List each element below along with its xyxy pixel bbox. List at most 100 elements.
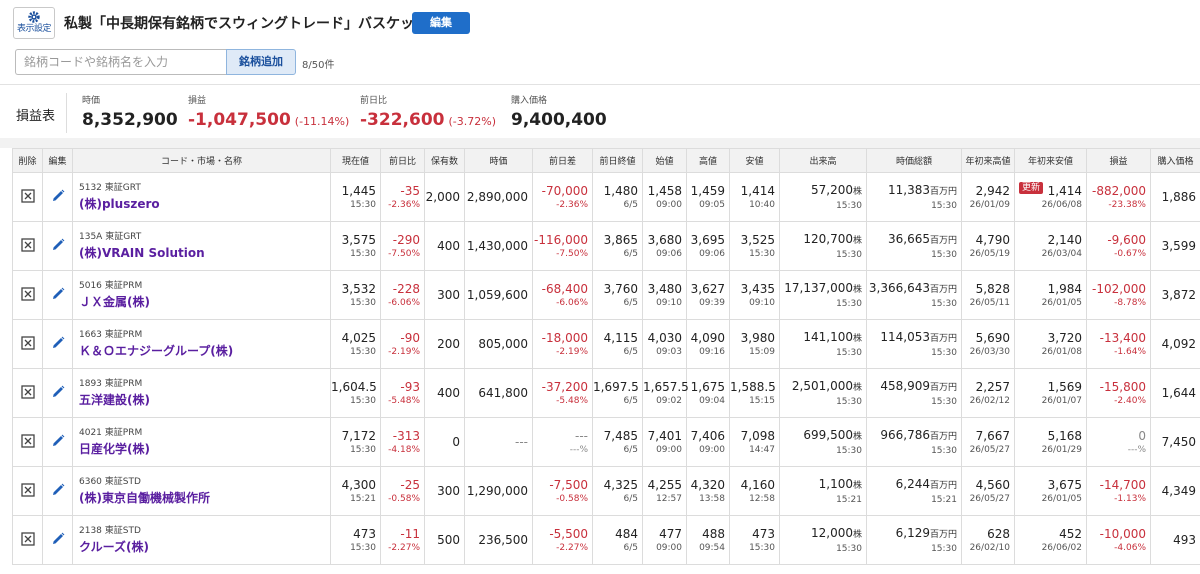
open-price: 477 [659, 526, 682, 541]
cost-cell: 1,644 [1150, 368, 1200, 418]
stock-cell[interactable]: 4021 東証PRM 日産化学(株) [72, 417, 331, 467]
ytd-low-cell: 1,984 26/01/05 [1014, 270, 1087, 320]
open-cell: 1,458 09:00 [642, 172, 687, 222]
million-yen-unit: 百万円 [929, 480, 957, 491]
stock-count: 8/50件 [302, 60, 335, 71]
volume: 57,200 [810, 182, 853, 197]
high-cell: 7,406 09:00 [686, 417, 730, 467]
diff-cell: -116,000 -7.50% [532, 221, 593, 271]
purchase-price: 3,872 [1161, 288, 1196, 302]
stock-name-link[interactable]: (株)VRAIN Solution [79, 244, 330, 262]
current-price: 1,604.5 [331, 379, 377, 394]
stock-cell[interactable]: 135A 東証GRT (株)VRAIN Solution [72, 221, 331, 271]
market-cap: 966,786 [880, 427, 930, 442]
ytd-low: 3,720 [1047, 330, 1082, 345]
row-pnl-percent: -1.13% [1114, 493, 1146, 504]
ytd-low: 3,675 [1047, 477, 1082, 492]
change-cell: -313 -4.18% [380, 417, 425, 467]
delete-icon[interactable] [20, 384, 35, 399]
prev-close: 1,697.5 [593, 379, 639, 394]
low-cell: 4,160 12:58 [729, 466, 780, 516]
stock-name-link[interactable]: (株)pluszero [79, 195, 330, 213]
ytd-high: 5,690 [975, 330, 1010, 345]
market-cap: 36,665 [887, 231, 930, 246]
pnl-cell: -882,000 -23.38% [1086, 172, 1151, 222]
stock-cell[interactable]: 5016 東証PRM ＪＸ金属(株) [72, 270, 331, 320]
display-settings-button[interactable]: 表示設定 [13, 7, 55, 39]
pnl-cell: -13,400 -1.64% [1086, 319, 1151, 369]
ytd-high-cell: 4,790 26/05/19 [961, 221, 1015, 271]
market-cap-cell: 114,053百万円 15:30 [866, 319, 962, 369]
add-stock-button[interactable]: 銘柄追加 [226, 49, 296, 75]
price-time: 15:30 [350, 248, 376, 259]
row-pnl-percent: ---% [1127, 444, 1146, 455]
cost-cell: 1,886 [1150, 172, 1200, 222]
delete-icon[interactable] [20, 188, 35, 203]
volume-cell: 57,200株 15:30 [779, 172, 867, 222]
pencil-icon[interactable] [50, 188, 66, 204]
delete-icon[interactable] [20, 433, 35, 448]
stock-cell[interactable]: 1893 東証PRM 五洋建設(株) [72, 368, 331, 418]
million-yen-unit: 百万円 [929, 186, 957, 197]
open-cell: 1,657.5 09:02 [642, 368, 689, 418]
summary-pnl: 損益 -1,047,500 (-11.14%) [188, 93, 349, 130]
pencil-icon[interactable] [50, 482, 66, 498]
pencil-icon[interactable] [50, 433, 66, 449]
high-price: 3,695 [690, 232, 725, 247]
volume-cell: 2,501,000株 15:30 [779, 368, 867, 418]
edit-basket-button[interactable]: 編集 [412, 12, 470, 34]
ytd-low-date: 26/01/05 [1041, 297, 1082, 308]
delete-icon[interactable] [20, 286, 35, 301]
stock-cell[interactable]: 6360 東証STD (株)東京自働機械製作所 [72, 466, 331, 516]
delete-cell [12, 221, 43, 271]
delete-icon[interactable] [20, 531, 35, 546]
million-yen-unit: 百万円 [929, 284, 957, 295]
row-pnl: -882,000 [1092, 183, 1146, 198]
delete-icon[interactable] [20, 237, 35, 252]
market-cap-time: 15:30 [931, 396, 957, 407]
stock-search-input[interactable] [15, 49, 227, 75]
pencil-icon[interactable] [50, 531, 66, 547]
ytd-low: 1,569 [1047, 379, 1082, 394]
column-header: 保有数 [424, 148, 465, 173]
stock-name-link[interactable]: クルーズ(株) [79, 538, 330, 556]
pencil-icon[interactable] [50, 335, 66, 351]
stock-name-link[interactable]: (株)東京自働機械製作所 [79, 489, 330, 507]
stock-code-market: 2138 東証STD [79, 526, 141, 536]
change-cell: -35 -2.36% [380, 172, 425, 222]
market-value-cell: 1,059,600 [464, 270, 533, 320]
million-yen-unit: 百万円 [929, 382, 957, 393]
quantity-cell: 400 [424, 221, 465, 271]
ytd-high: 5,828 [975, 281, 1010, 296]
stock-name-link[interactable]: ＪＸ金属(株) [79, 293, 330, 311]
ytd-low: 452 [1059, 526, 1082, 541]
high-price: 1,459 [690, 183, 725, 198]
column-header: 年初来高値 [961, 148, 1015, 173]
stock-cell[interactable]: 1663 東証PRM Ｋ＆Ｏエナジーグループ(株) [72, 319, 331, 369]
stock-name-link[interactable]: 日産化学(株) [79, 440, 330, 458]
ytd-low-date: 26/06/02 [1041, 542, 1082, 553]
prev-close-date: 6/5 [623, 248, 638, 259]
open-price: 4,255 [647, 477, 682, 492]
high-price: 1,675 [690, 379, 725, 394]
stock-name-link[interactable]: Ｋ＆Ｏエナジーグループ(株) [79, 342, 330, 360]
edit-cell [42, 368, 73, 418]
low-time: 09:10 [749, 297, 775, 308]
stock-code-market: 5132 東証GRT [79, 183, 141, 193]
delete-icon[interactable] [20, 335, 35, 350]
prev-close: 3,865 [603, 232, 638, 247]
pencil-icon[interactable] [50, 286, 66, 302]
stock-name-link[interactable]: 五洋建設(株) [79, 391, 330, 409]
pnl-percent: (-11.14%) [294, 115, 350, 128]
column-header: 出来高 [779, 148, 867, 173]
market-value: 8,352,900 [82, 110, 178, 130]
delete-icon[interactable] [20, 482, 35, 497]
stock-cell[interactable]: 2138 東証STD クルーズ(株) [72, 515, 331, 565]
prev-close-cell: 1,480 6/5 [592, 172, 643, 222]
stock-cell[interactable]: 5132 東証GRT (株)pluszero [72, 172, 331, 222]
open-price: 4,030 [647, 330, 682, 345]
pencil-icon[interactable] [50, 237, 66, 253]
cost-cell: 7,450 [1150, 417, 1200, 467]
ytd-low-cell: 2,140 26/03/04 [1014, 221, 1087, 271]
pencil-icon[interactable] [50, 384, 66, 400]
